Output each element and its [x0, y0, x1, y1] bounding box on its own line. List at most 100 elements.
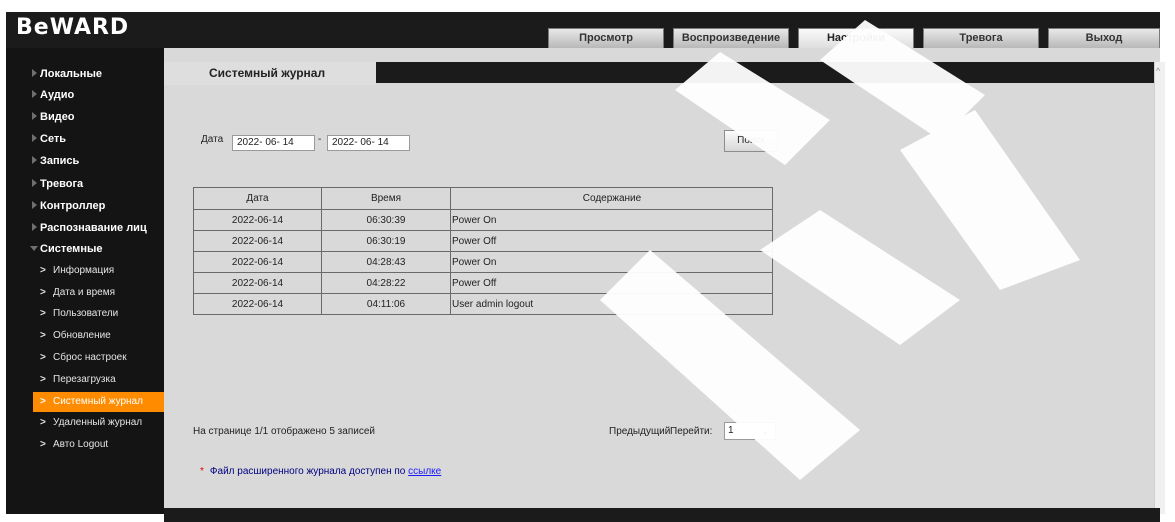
cell-time: 04:28:22	[321, 272, 451, 294]
sidebar-subitem-label: Пользователи	[53, 308, 119, 319]
cell-time: 04:28:43	[321, 251, 451, 273]
sidebar-subitem-date-time[interactable]: > Дата и время	[6, 283, 164, 303]
expanded-triangle-icon	[30, 246, 38, 251]
sidebar-item-audio[interactable]: Аудио	[6, 85, 164, 105]
cell-date: 2022-06-14	[193, 272, 322, 294]
sidebar-item-alarm[interactable]: Тревога	[6, 174, 164, 194]
sidebar-subitem-label: Сброс настроек	[53, 352, 127, 363]
chevron-right-icon: >	[40, 396, 46, 407]
sidebar: Локальные Аудио Видео Сеть Запись Тревог…	[6, 48, 164, 514]
table-header-row: Дата Время Содержание	[193, 187, 773, 210]
column-header-content: Содержание	[450, 187, 773, 210]
sidebar-subitem-label: Системный журнал	[53, 396, 143, 407]
collapsed-triangle-icon	[32, 201, 37, 209]
sidebar-item-video[interactable]: Видео	[6, 107, 164, 127]
sidebar-item-face-recognition[interactable]: Распознавание лиц	[6, 218, 164, 238]
sidebar-item-system[interactable]: Системные	[6, 239, 164, 259]
sidebar-subitem-label: Удаленный журнал	[53, 417, 143, 428]
sidebar-item-label: Распознавание лиц	[40, 222, 147, 234]
page-title: Системный журнал	[209, 66, 326, 80]
sidebar-subitem-system-log[interactable]: > Системный журнал	[33, 392, 164, 412]
sidebar-subitem-label: Обновление	[53, 330, 111, 341]
sidebar-item-label: Запись	[40, 155, 80, 167]
sidebar-subitem-auto-logout[interactable]: > Авто Logout	[6, 435, 164, 455]
table-row: 2022-06-14 04:11:06 User admin logout	[193, 293, 773, 315]
chevron-right-icon: >	[40, 287, 46, 298]
goto-page-label: Перейти:	[670, 426, 713, 437]
cell-date: 2022-06-14	[193, 293, 322, 315]
cell-content: Power Off	[450, 272, 773, 294]
tab-exit[interactable]: Выход	[1048, 28, 1160, 48]
collapsed-triangle-icon	[32, 134, 37, 142]
table-row: 2022-06-14 06:30:39 Power On	[193, 209, 773, 231]
tab-playback[interactable]: Воспроизведение	[673, 28, 789, 48]
date-from-input[interactable]: 2022- 06- 14	[232, 135, 315, 151]
search-button[interactable]: Поиск	[724, 130, 778, 152]
cell-content: Power Off	[450, 230, 773, 252]
chevron-right-icon: >	[40, 374, 46, 385]
previous-page-link[interactable]: Предыдущий	[609, 426, 670, 437]
vertical-scrollbar[interactable]: ^	[1154, 62, 1165, 514]
sidebar-item-network[interactable]: Сеть	[6, 129, 164, 149]
chevron-right-icon: >	[40, 308, 46, 319]
table-row: 2022-06-14 06:30:19 Power Off	[193, 230, 773, 252]
asterisk-marker: *	[200, 466, 204, 477]
sidebar-subitem-label: Авто Logout	[53, 439, 109, 450]
bottom-bar	[164, 508, 1160, 522]
cell-content: User admin logout	[450, 293, 773, 315]
app-frame: BeWARD Просмотр Воспроизведение Настройк…	[0, 0, 1165, 522]
chevron-right-icon: >	[40, 417, 46, 428]
collapsed-triangle-icon	[32, 90, 37, 98]
table-row: 2022-06-14 04:28:22 Power Off	[193, 272, 773, 294]
cell-time: 04:11:06	[321, 293, 451, 315]
page-number-select[interactable]: 1 ⌄	[724, 422, 776, 440]
sidebar-subitem-update[interactable]: > Обновление	[6, 326, 164, 346]
collapsed-triangle-icon	[32, 223, 37, 231]
tab-view[interactable]: Просмотр	[548, 28, 664, 48]
content-panel: Системный журнал ^ Дата 2022- 06- 14 - 2…	[164, 48, 1165, 522]
sidebar-item-label: Видео	[40, 111, 75, 123]
sidebar-item-controller[interactable]: Контроллер	[6, 196, 164, 216]
sidebar-subitem-label: Дата и время	[53, 287, 116, 298]
collapsed-triangle-icon	[32, 69, 37, 77]
date-separator: -	[318, 134, 322, 145]
pagination-info: На странице 1/1 отображено 5 записей	[193, 426, 375, 437]
chevron-right-icon: >	[40, 352, 46, 363]
sidebar-subitem-remote-log[interactable]: > Удаленный журнал	[6, 413, 164, 433]
collapsed-triangle-icon	[32, 179, 37, 187]
sidebar-item-label: Тревога	[40, 178, 84, 190]
scroll-up-arrow-icon[interactable]: ^	[1156, 66, 1160, 76]
sidebar-item-label: Системные	[40, 243, 103, 255]
sidebar-subitem-users[interactable]: > Пользователи	[6, 304, 164, 324]
sidebar-subitem-reset[interactable]: > Сброс настроек	[6, 348, 164, 368]
page-title-tab: Системный журнал	[164, 62, 376, 85]
table-row: 2022-06-14 04:28:43 Power On	[193, 251, 773, 273]
sidebar-subitem-information[interactable]: > Информация	[6, 261, 164, 281]
sidebar-item-label: Аудио	[40, 89, 75, 101]
note-text: Файл расширенного журнала доступен по	[209, 466, 406, 477]
sidebar-item-label: Локальные	[40, 68, 102, 80]
collapsed-triangle-icon	[32, 112, 37, 120]
cell-date: 2022-06-14	[193, 230, 322, 252]
collapsed-triangle-icon	[32, 156, 37, 164]
beward-logo: BeWARD	[16, 15, 130, 40]
column-header-time: Время	[321, 187, 451, 210]
tab-settings[interactable]: Настройки	[798, 28, 914, 48]
date-to-input[interactable]: 2022- 06- 14	[327, 135, 410, 151]
top-header: BeWARD Просмотр Воспроизведение Настройк…	[6, 12, 1160, 48]
cell-content: Power On	[450, 209, 773, 231]
tab-alarm[interactable]: Тревога	[923, 28, 1039, 48]
chevron-right-icon: >	[40, 439, 46, 450]
chevron-down-icon: ⌄	[761, 426, 769, 436]
chevron-right-icon: >	[40, 330, 46, 341]
page-select-value: 1	[728, 425, 734, 436]
cell-content: Power On	[450, 251, 773, 273]
sidebar-item-local[interactable]: Локальные	[6, 64, 164, 84]
column-header-date: Дата	[193, 187, 322, 210]
extended-log-link[interactable]: ссылке	[408, 466, 441, 477]
cell-time: 06:30:19	[321, 230, 451, 252]
cell-date: 2022-06-14	[193, 251, 322, 273]
sidebar-subitem-label: Перезагрузка	[53, 374, 116, 385]
sidebar-item-record[interactable]: Запись	[6, 151, 164, 171]
sidebar-subitem-reboot[interactable]: > Перезагрузка	[6, 370, 164, 390]
